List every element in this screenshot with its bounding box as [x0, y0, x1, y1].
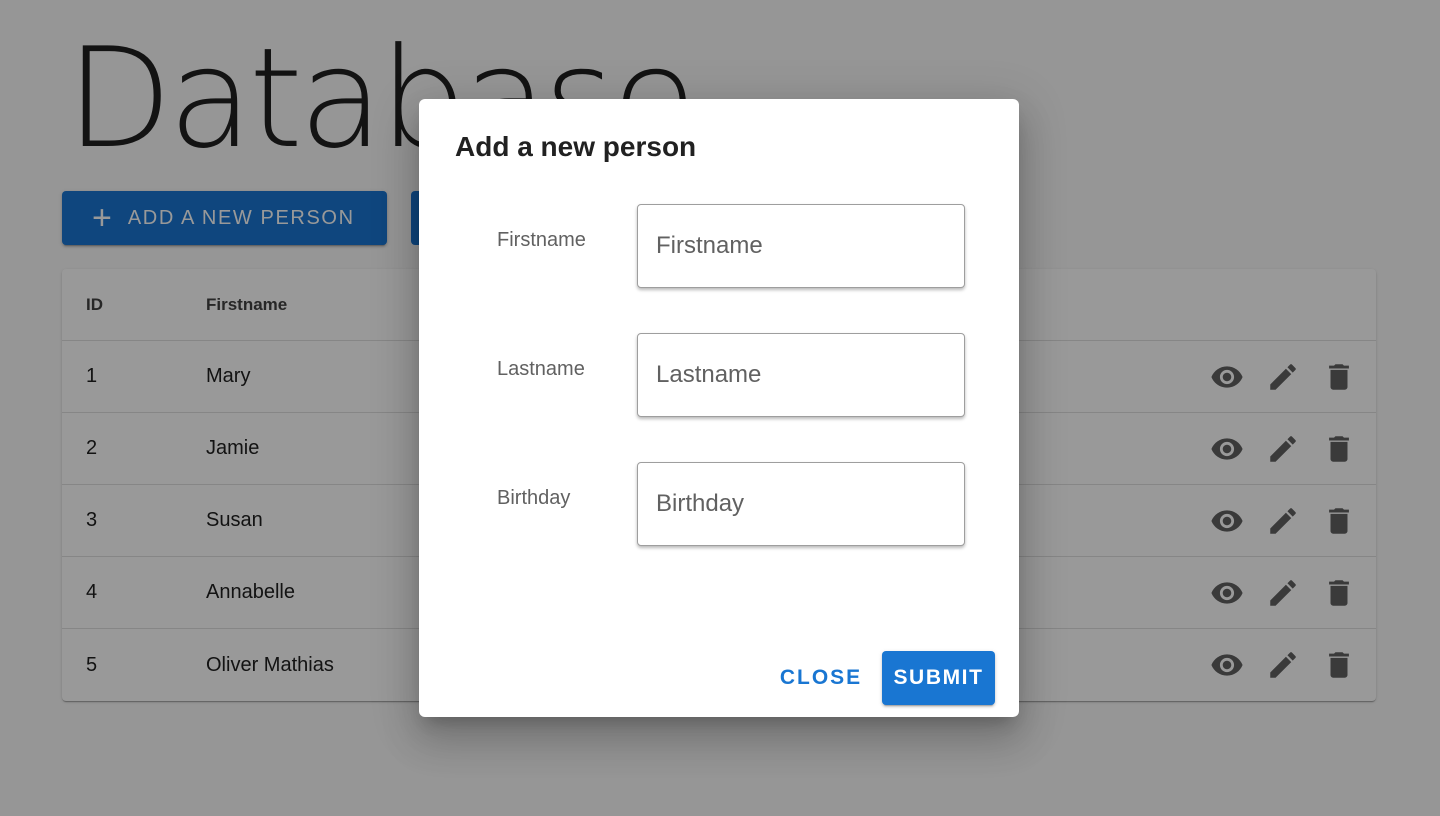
- firstname-input[interactable]: [637, 204, 965, 288]
- close-button[interactable]: CLOSE: [773, 651, 869, 705]
- birthday-input[interactable]: [637, 462, 965, 546]
- lastname-label: Lastname: [497, 358, 585, 380]
- submit-button[interactable]: SUBMIT: [882, 651, 995, 705]
- firstname-label: Firstname: [497, 229, 586, 251]
- dialog-title: Add a new person: [455, 131, 697, 162]
- birthday-label: Birthday: [497, 487, 571, 509]
- add-person-dialog: Add a new person Firstname Lastname Birt…: [419, 99, 1019, 717]
- lastname-input[interactable]: [637, 333, 965, 417]
